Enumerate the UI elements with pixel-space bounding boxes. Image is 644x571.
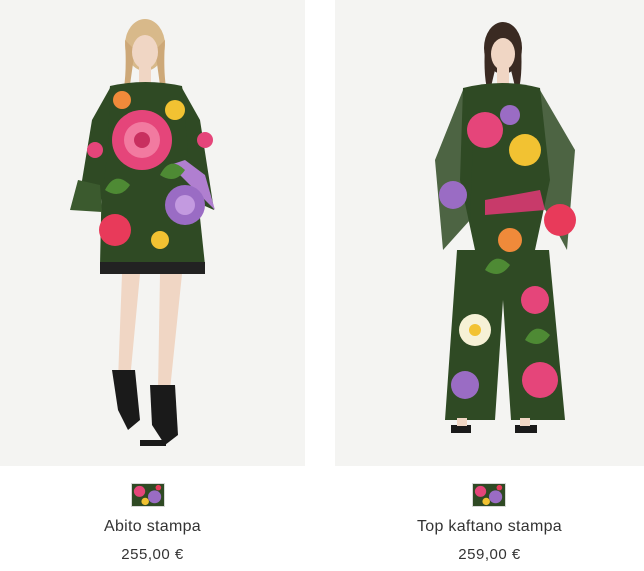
product-image[interactable] (0, 0, 305, 466)
product-name[interactable]: Abito stampa (0, 518, 305, 536)
floral-swatch-icon (132, 484, 164, 506)
product-card[interactable]: Abito stampa 255,00 € (0, 0, 305, 571)
product-grid: Abito stampa 255,00 € Top kaftano stampa… (0, 0, 644, 571)
product-image[interactable] (335, 0, 644, 466)
product-card[interactable]: Top kaftano stampa 259,00 € (335, 0, 644, 571)
product-name[interactable]: Top kaftano stampa (335, 518, 644, 536)
product-price: 259,00 € (458, 546, 521, 563)
model-dress-illustration (70, 19, 215, 446)
model-kaftan-illustration (435, 22, 576, 433)
floral-swatch-icon (473, 484, 505, 506)
color-swatch[interactable] (131, 483, 165, 507)
color-swatch[interactable] (472, 483, 506, 507)
product-price: 255,00 € (121, 546, 184, 563)
